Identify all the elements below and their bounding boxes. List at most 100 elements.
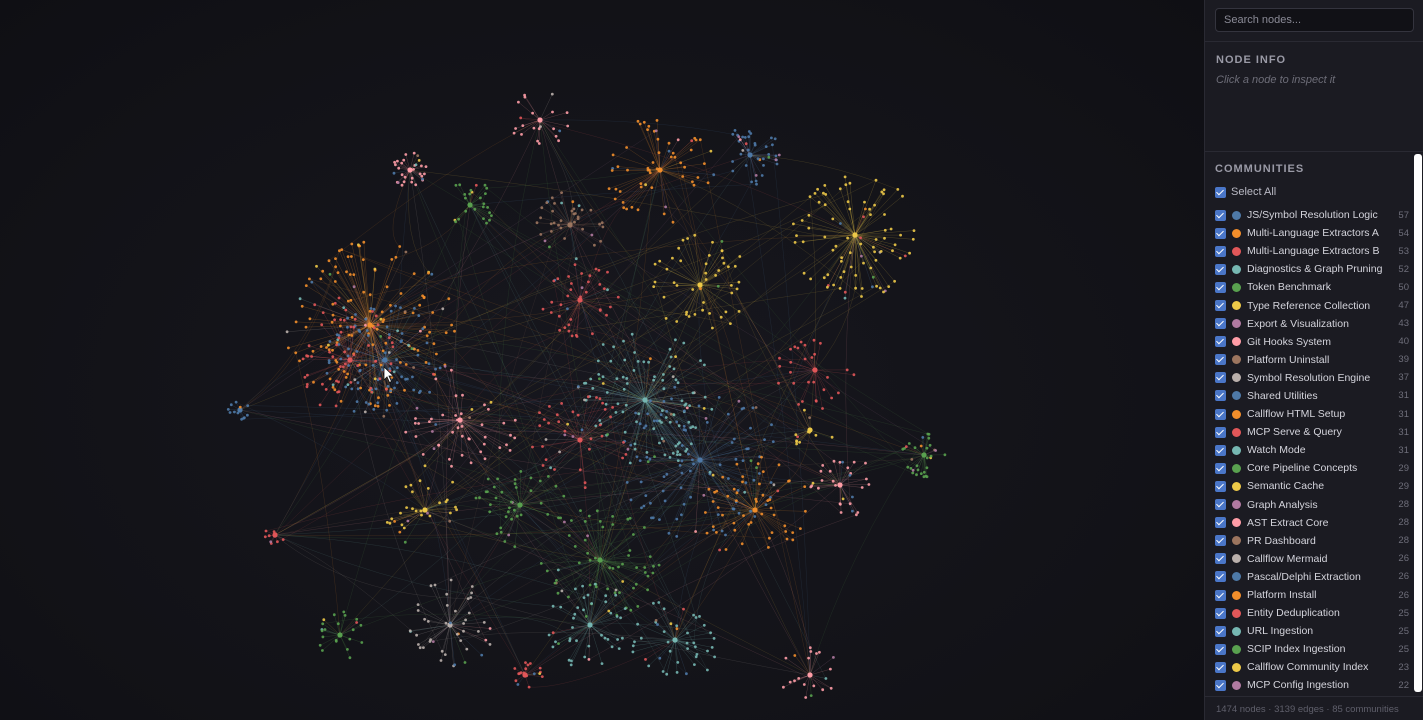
graph-node[interactable] (824, 677, 828, 680)
graph-node[interactable] (336, 271, 340, 274)
graph-node[interactable] (331, 385, 335, 389)
graph-node[interactable] (808, 195, 812, 199)
graph-node[interactable] (395, 381, 399, 385)
graph-node[interactable] (625, 207, 628, 211)
graph-node[interactable] (893, 279, 896, 283)
graph-node[interactable] (321, 635, 325, 639)
graph-node[interactable] (394, 163, 397, 167)
graph-node[interactable] (704, 278, 708, 281)
graph-node[interactable] (529, 662, 532, 665)
graph-node[interactable] (464, 618, 467, 622)
graph-node[interactable] (557, 223, 560, 227)
graph-node[interactable] (767, 155, 771, 159)
graph-node[interactable] (638, 459, 642, 462)
graph-node[interactable] (403, 175, 407, 179)
graph-node[interactable] (344, 308, 348, 312)
graph-node[interactable] (794, 433, 798, 437)
graph-node[interactable] (719, 315, 723, 319)
graph-node[interactable] (694, 426, 697, 429)
graph-node[interactable] (733, 528, 737, 532)
graph-node[interactable] (549, 311, 553, 314)
graph-node[interactable] (346, 383, 350, 386)
graph-node[interactable] (453, 663, 457, 667)
graph-node[interactable] (702, 623, 706, 627)
graph-node[interactable] (412, 168, 415, 171)
graph-node[interactable] (577, 561, 581, 565)
graph-node[interactable] (632, 586, 635, 590)
graph-hub-node[interactable] (517, 502, 523, 508)
graph-node[interactable] (320, 629, 324, 633)
graph-node[interactable] (925, 475, 929, 479)
graph-node[interactable] (899, 233, 902, 237)
graph-node[interactable] (305, 385, 309, 389)
graph-node[interactable] (928, 443, 932, 447)
graph-node[interactable] (414, 183, 418, 187)
graph-node[interactable] (614, 593, 618, 597)
graph-node[interactable] (831, 479, 835, 483)
graph-node[interactable] (688, 469, 692, 473)
graph-node[interactable] (450, 368, 453, 372)
graph-node[interactable] (403, 540, 407, 544)
graph-node[interactable] (576, 606, 580, 609)
graph-node[interactable] (727, 265, 730, 269)
graph-node[interactable] (418, 646, 422, 650)
graph-node[interactable] (838, 460, 842, 464)
graph-node[interactable] (399, 292, 403, 295)
graph-node[interactable] (570, 282, 573, 285)
graph-node[interactable] (674, 638, 678, 641)
graph-node[interactable] (678, 453, 682, 456)
graph-node[interactable] (631, 644, 635, 648)
graph-node[interactable] (548, 405, 551, 408)
graph-node[interactable] (822, 276, 826, 280)
graph-node[interactable] (653, 280, 657, 284)
graph-node[interactable] (661, 378, 665, 382)
graph-node[interactable] (308, 277, 311, 281)
graph-node[interactable] (829, 667, 832, 671)
graph-node[interactable] (541, 464, 545, 467)
graph-node[interactable] (625, 481, 629, 484)
graph-node[interactable] (356, 381, 360, 385)
graph-node[interactable] (483, 457, 487, 461)
graph-node[interactable] (668, 347, 672, 351)
graph-node[interactable] (628, 549, 632, 552)
community-checkbox[interactable] (1215, 372, 1226, 384)
graph-node[interactable] (594, 585, 598, 589)
graph-node[interactable] (761, 470, 765, 473)
graph-node[interactable] (517, 100, 520, 104)
graph-node[interactable] (571, 410, 575, 414)
graph-node[interactable] (628, 516, 632, 520)
graph-node[interactable] (706, 668, 709, 672)
graph-node[interactable] (754, 179, 758, 183)
graph-node[interactable] (495, 532, 499, 536)
community-row[interactable]: Pascal/Delphi Extraction 26 (1205, 568, 1413, 586)
graph-node[interactable] (333, 301, 337, 305)
graph-node[interactable] (513, 436, 517, 440)
graph-node[interactable] (652, 427, 656, 431)
graph-node[interactable] (654, 129, 658, 133)
graph-node[interactable] (458, 183, 462, 187)
graph-node[interactable] (662, 607, 666, 611)
graph-node[interactable] (325, 371, 329, 375)
graph-node[interactable] (352, 409, 356, 413)
graph-node[interactable] (499, 530, 503, 534)
graph-node[interactable] (822, 388, 826, 392)
graph-node[interactable] (671, 451, 675, 455)
graph-node[interactable] (532, 672, 536, 676)
graph-node[interactable] (640, 506, 643, 510)
graph-node[interactable] (438, 501, 441, 505)
graph-node[interactable] (657, 151, 661, 155)
graph-node[interactable] (783, 524, 787, 528)
graph-node[interactable] (814, 399, 818, 402)
graph-node[interactable] (558, 129, 562, 133)
graph-node[interactable] (513, 545, 517, 548)
graph-node[interactable] (552, 279, 556, 283)
graph-node[interactable] (626, 447, 630, 451)
graph-node[interactable] (485, 186, 489, 190)
graph-node[interactable] (335, 379, 338, 383)
graph-node[interactable] (435, 352, 438, 356)
graph-node[interactable] (337, 367, 341, 371)
graph-node[interactable] (590, 602, 593, 605)
graph-node[interactable] (444, 500, 448, 504)
graph-node[interactable] (580, 208, 584, 212)
graph-node[interactable] (563, 520, 566, 524)
